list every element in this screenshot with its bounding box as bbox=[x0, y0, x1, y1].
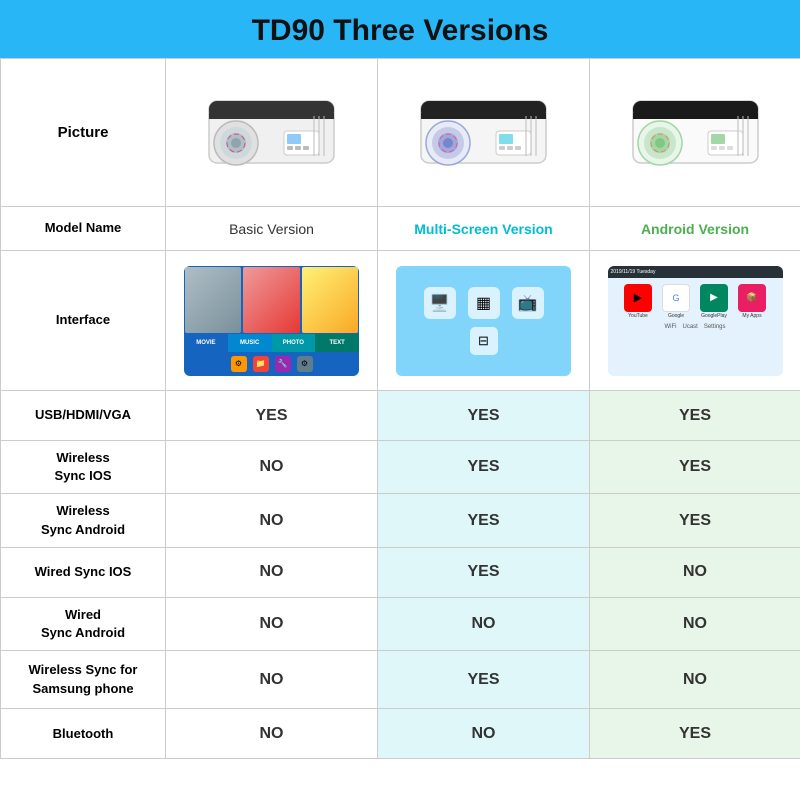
row-wireless-samsung: Wireless Sync forSamsung phone NO YES NO bbox=[1, 651, 800, 709]
feature-wired-ios: Wired Sync IOS bbox=[1, 547, 166, 597]
basic-photo-1 bbox=[185, 267, 241, 333]
basic-label-movie: MOVIE bbox=[184, 334, 228, 352]
row-bluetooth: Bluetooth NO NO YES bbox=[1, 709, 800, 759]
youtube-label: YouTube bbox=[628, 313, 648, 319]
multi-icon-row-1: 🖥️ ▦ 📺 bbox=[424, 287, 544, 319]
interface-multi: 🖥️ ▦ 📺 ⊟ bbox=[378, 251, 590, 391]
android-bottom-icon-1: WiFi bbox=[664, 324, 676, 330]
interface-basic: MOVIE MUSIC PHOTO TEXT ⚙ 📁 🔧 ⚙ bbox=[166, 251, 378, 391]
wireless-samsung-android: NO bbox=[590, 651, 800, 709]
feature-bluetooth: Bluetooth bbox=[1, 709, 166, 759]
row-model: Model Name Basic Version Multi-Screen Ve… bbox=[1, 207, 800, 251]
basic-icon-3: 🔧 bbox=[275, 356, 291, 372]
wireless-ios-android: YES bbox=[590, 441, 800, 494]
wireless-ios-basic: NO bbox=[166, 441, 378, 494]
android-app-google: G Google bbox=[659, 284, 693, 319]
projector-android-icon bbox=[618, 81, 773, 181]
basic-icons-row: ⚙ 📁 🔧 ⚙ bbox=[184, 352, 359, 374]
picture-multi bbox=[378, 59, 590, 207]
feature-wireless-android: WirelessSync Android bbox=[1, 494, 166, 547]
android-date: 2019/11/19 Tuesday bbox=[611, 269, 656, 275]
wireless-android-multi: YES bbox=[378, 494, 590, 547]
wired-android-basic: NO bbox=[166, 597, 378, 650]
row-wired-android: WiredSync Android NO NO NO bbox=[1, 597, 800, 650]
row-interface: Interface MOVIE MUSIC PHOTO TEXT ⚙ 📁 🔧 bbox=[1, 251, 800, 391]
interface-multi-screen: 🖥️ ▦ 📺 ⊟ bbox=[396, 266, 571, 376]
row-wireless-ios: WirelessSync IOS NO YES YES bbox=[1, 441, 800, 494]
row-wired-ios: Wired Sync IOS NO YES NO bbox=[1, 547, 800, 597]
wireless-ios-multi: YES bbox=[378, 441, 590, 494]
picture-android bbox=[590, 59, 800, 207]
multi-icon-row-2: ⊟ bbox=[470, 327, 498, 355]
bluetooth-android: YES bbox=[590, 709, 800, 759]
wired-android-android: NO bbox=[590, 597, 800, 650]
myapps-icon: 📦 bbox=[738, 284, 766, 312]
wired-ios-basic: NO bbox=[166, 547, 378, 597]
title-bar: TD90 Three Versions bbox=[0, 0, 800, 58]
basic-label-music: MUSIC bbox=[228, 334, 272, 352]
feature-usb: USB/HDMI/VGA bbox=[1, 391, 166, 441]
projector-multi-icon bbox=[406, 81, 561, 181]
wireless-samsung-multi: YES bbox=[378, 651, 590, 709]
interface-android-screen: 2019/11/19 Tuesday ▶ YouTube G Google ▶ … bbox=[608, 266, 783, 376]
youtube-icon: ▶ bbox=[624, 284, 652, 312]
basic-photo-2 bbox=[243, 267, 299, 333]
wireless-samsung-basic: NO bbox=[166, 651, 378, 709]
googleplay-label: GooglePlay bbox=[701, 313, 727, 319]
google-icon: G bbox=[662, 284, 690, 312]
page-title: TD90 Three Versions bbox=[0, 14, 800, 48]
wireless-android-android: YES bbox=[590, 494, 800, 547]
android-app-googleplay: ▶ GooglePlay bbox=[697, 284, 731, 319]
basic-labels: MOVIE MUSIC PHOTO TEXT bbox=[184, 334, 359, 352]
android-top-bar: 2019/11/19 Tuesday bbox=[608, 266, 783, 278]
googleplay-icon: ▶ bbox=[700, 284, 728, 312]
android-app-myapps: 📦 My Apps bbox=[735, 284, 769, 319]
wired-android-multi: NO bbox=[378, 597, 590, 650]
wired-ios-android: NO bbox=[590, 547, 800, 597]
multi-icon-apps: ▦ bbox=[468, 287, 500, 319]
feature-picture: Picture bbox=[1, 59, 166, 207]
basic-icon-1: ⚙ bbox=[231, 356, 247, 372]
multi-icon-tv: 📺 bbox=[512, 287, 544, 319]
picture-basic bbox=[166, 59, 378, 207]
basic-label-text: TEXT bbox=[315, 334, 359, 352]
feature-interface: Interface bbox=[1, 251, 166, 391]
android-bottom-icon-2: Ucast bbox=[682, 324, 697, 330]
feature-wired-android: WiredSync Android bbox=[1, 597, 166, 650]
model-basic: Basic Version bbox=[166, 207, 378, 251]
android-bottom-bar: WiFi Ucast Settings bbox=[608, 321, 783, 333]
basic-photo-3 bbox=[302, 267, 358, 333]
basic-label-photo: PHOTO bbox=[272, 334, 316, 352]
bluetooth-basic: NO bbox=[166, 709, 378, 759]
android-app-youtube: ▶ YouTube bbox=[621, 284, 655, 319]
android-apps-row: ▶ YouTube G Google ▶ GooglePlay 📦 My App… bbox=[608, 278, 783, 321]
myapps-label: My Apps bbox=[742, 313, 761, 319]
interface-android: 2019/11/19 Tuesday ▶ YouTube G Google ▶ … bbox=[590, 251, 800, 391]
basic-photos bbox=[184, 266, 359, 334]
model-multi: Multi-Screen Version bbox=[378, 207, 590, 251]
bluetooth-multi: NO bbox=[378, 709, 590, 759]
feature-wireless-ios: WirelessSync IOS bbox=[1, 441, 166, 494]
wireless-android-basic: NO bbox=[166, 494, 378, 547]
feature-wireless-samsung: Wireless Sync forSamsung phone bbox=[1, 651, 166, 709]
usb-multi: YES bbox=[378, 391, 590, 441]
basic-icon-4: ⚙ bbox=[297, 356, 313, 372]
interface-basic-screen: MOVIE MUSIC PHOTO TEXT ⚙ 📁 🔧 ⚙ bbox=[184, 266, 359, 376]
google-label: Google bbox=[668, 313, 684, 319]
usb-android: YES bbox=[590, 391, 800, 441]
row-wireless-android: WirelessSync Android NO YES YES bbox=[1, 494, 800, 547]
usb-basic: YES bbox=[166, 391, 378, 441]
projector-basic-icon bbox=[194, 81, 349, 181]
feature-model: Model Name bbox=[1, 207, 166, 251]
row-picture: Picture bbox=[1, 59, 800, 207]
multi-icon-monitor: 🖥️ bbox=[424, 287, 456, 319]
multi-icon-cast: ⊟ bbox=[470, 327, 498, 355]
basic-icon-2: 📁 bbox=[253, 356, 269, 372]
model-android: Android Version bbox=[590, 207, 800, 251]
row-usb: USB/HDMI/VGA YES YES YES bbox=[1, 391, 800, 441]
android-bottom-icon-3: Settings bbox=[704, 324, 726, 330]
wired-ios-multi: YES bbox=[378, 547, 590, 597]
